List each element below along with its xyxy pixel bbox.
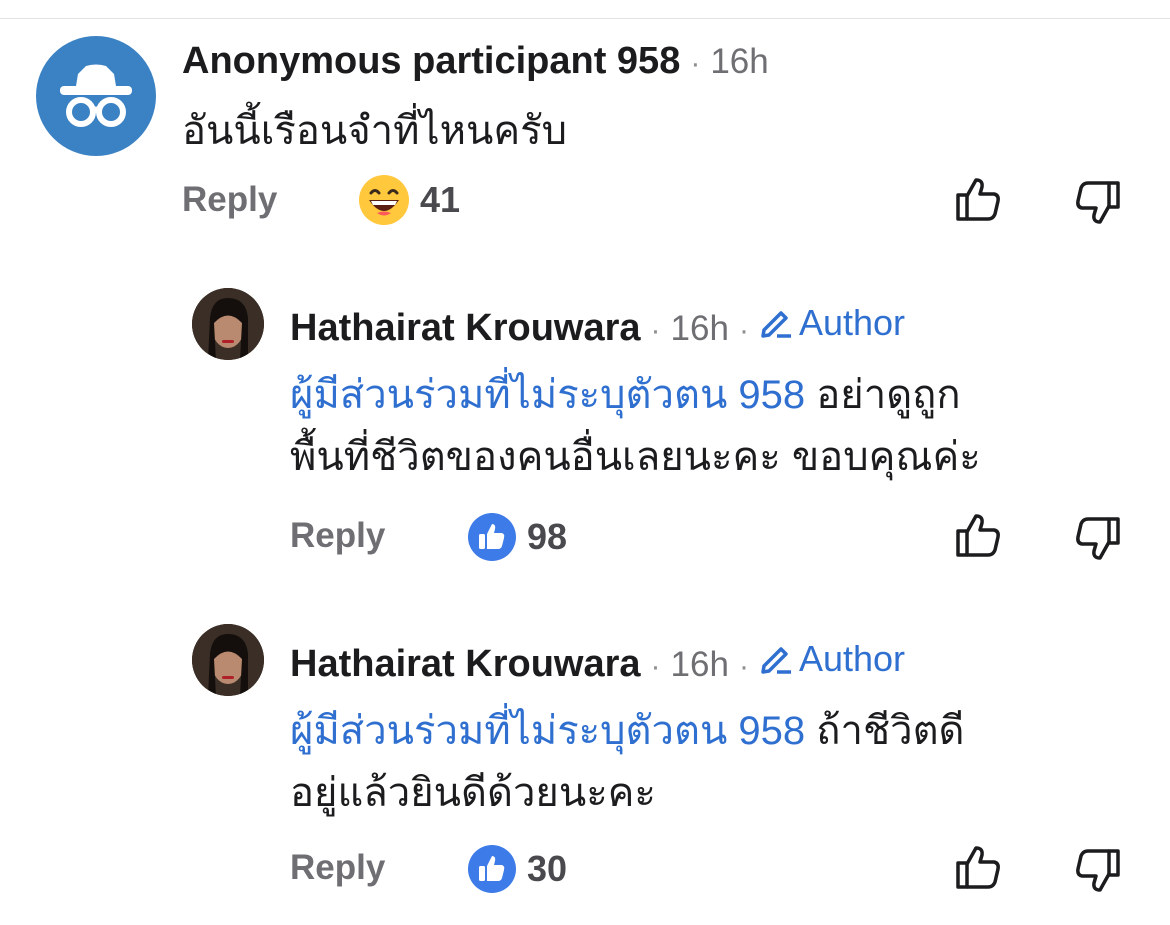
comment-author[interactable]: Hathairat Krouwara — [290, 307, 641, 350]
reply-button[interactable]: Reply — [290, 848, 385, 888]
comment-actions: Reply 98 — [0, 508, 1170, 568]
reply-button[interactable]: Reply — [290, 516, 385, 556]
comment-time: 16h — [670, 645, 729, 684]
incognito-icon — [60, 64, 132, 127]
reaction-count: 30 — [527, 848, 568, 889]
profile-photo-icon — [192, 624, 264, 696]
thumbs-down-icon[interactable] — [1073, 514, 1123, 564]
comment-time: 16h — [670, 309, 729, 348]
thumbs-up-icon[interactable] — [953, 842, 1003, 892]
pencil-icon — [761, 311, 791, 338]
author-badge: Author — [759, 302, 905, 344]
user-avatar[interactable] — [192, 288, 264, 360]
author-badge-label: Author — [798, 302, 906, 343]
reply-button[interactable]: Reply — [182, 180, 277, 220]
like-icon — [468, 513, 516, 561]
thumbs-down-icon[interactable] — [1073, 178, 1123, 228]
comment-text: ผู้มีส่วนร่วมที่ไม่ระบุตัวตน 958 อย่าดูถ… — [290, 364, 981, 488]
comment-header: Anonymous participant 958 · 16h — [182, 40, 769, 83]
like-icon — [468, 845, 516, 893]
comment-text-line1: ถ้าชีวิตดี — [816, 709, 965, 753]
comment-actions: Reply 30 — [0, 840, 1170, 900]
author-badge: Author — [759, 638, 905, 680]
separator-dot: · — [690, 47, 701, 80]
comment-text-line2: อยู่แล้วยินดีด้วยนะคะ — [290, 771, 656, 815]
comment-author[interactable]: Hathairat Krouwara — [290, 643, 641, 686]
pencil-icon — [761, 647, 791, 674]
reaction-count: 41 — [420, 179, 461, 220]
mention-link[interactable]: ผู้มีส่วนร่วมที่ไม่ระบุตัวตน 958 — [290, 709, 805, 753]
comment-text-content: อันนี้เรือนจำที่ไหนครับ — [182, 109, 567, 153]
comment-time: 16h — [710, 42, 769, 81]
separator-dot: · — [650, 314, 661, 347]
thumbs-up-icon[interactable] — [953, 174, 1003, 224]
separator-dot: · — [738, 314, 749, 347]
mention-link[interactable]: ผู้มีส่วนร่วมที่ไม่ระบุตัวตน 958 — [290, 373, 805, 417]
comment-header: Hathairat Krouwara · 16h · Author — [290, 302, 905, 350]
user-avatar[interactable] — [192, 624, 264, 696]
laughing-emoji-icon — [359, 175, 409, 225]
comment-text: อันนี้เรือนจำที่ไหนครับ — [182, 100, 567, 162]
reaction-summary[interactable]: 98 — [467, 512, 567, 562]
anonymous-avatar[interactable] — [36, 36, 156, 156]
top-divider — [0, 18, 1170, 19]
comment-text: ผู้มีส่วนร่วมที่ไม่ระบุตัวตน 958 ถ้าชีวิ… — [290, 700, 965, 824]
comment-actions: Reply 41 — [0, 172, 1170, 232]
comment-text-line2: พื้นที่ชีวิตของคนอื่นเลยนะคะ ขอบคุณค่ะ — [290, 435, 981, 479]
reaction-summary[interactable]: 41 — [358, 174, 460, 226]
separator-dot: · — [650, 650, 661, 683]
comment-author[interactable]: Anonymous participant 958 — [182, 40, 680, 83]
thumbs-down-icon[interactable] — [1073, 846, 1123, 896]
comment-text-line1: อย่าดูถูก — [816, 373, 961, 417]
profile-photo-icon — [192, 288, 264, 360]
comment-header: Hathairat Krouwara · 16h · Author — [290, 638, 905, 686]
reaction-count: 98 — [527, 516, 568, 557]
separator-dot: · — [738, 650, 749, 683]
thumbs-up-icon[interactable] — [953, 510, 1003, 560]
reaction-summary[interactable]: 30 — [467, 844, 567, 894]
author-badge-label: Author — [798, 638, 906, 679]
